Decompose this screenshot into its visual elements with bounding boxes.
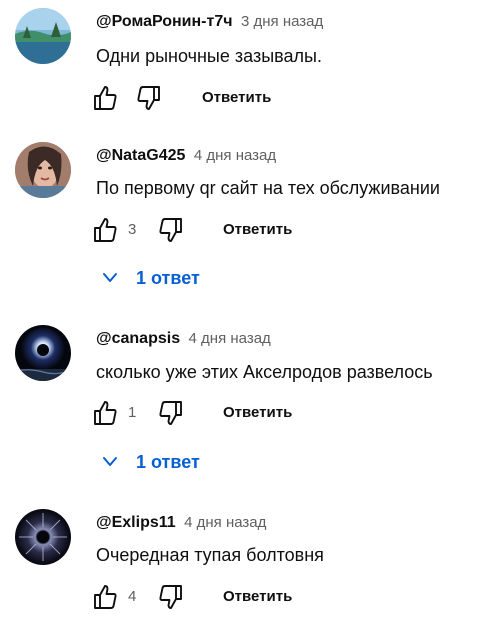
comment-header: @РомаРонин-т7ч 3 дня назад	[96, 12, 323, 32]
comment-author[interactable]: @NataG425	[96, 147, 185, 164]
thumbs-down-icon	[159, 585, 182, 609]
thumbs-down-icon	[159, 401, 182, 425]
dislike-button[interactable]	[156, 215, 186, 245]
reply-button[interactable]: Ответить	[223, 221, 292, 239]
reply-button[interactable]: Ответить	[202, 89, 271, 107]
thumbs-up-icon	[94, 86, 117, 110]
avatar[interactable]	[15, 8, 71, 64]
thumbs-down-icon	[137, 86, 160, 110]
avatar[interactable]	[15, 142, 71, 198]
avatar-landscape-icon	[15, 8, 71, 64]
replies-count: 1 ответ	[136, 452, 200, 472]
comment-text: Очередная тупая болтовня	[96, 545, 324, 565]
dislike-button[interactable]	[156, 398, 186, 428]
reply-button[interactable]: Ответить	[223, 404, 292, 422]
comment-text: сколько уже этих Акселродов развелось	[96, 362, 433, 382]
comment-author[interactable]: @canapsis	[96, 330, 180, 347]
dislike-button[interactable]	[134, 83, 164, 113]
like-button[interactable]	[90, 398, 120, 428]
thumbs-down-icon	[159, 218, 182, 242]
like-button[interactable]	[90, 83, 120, 113]
like-count: 3	[128, 221, 137, 238]
replies-count: 1 ответ	[136, 268, 200, 288]
thumbs-up-icon	[94, 218, 117, 242]
comment-timestamp[interactable]: 4 дня назад	[184, 514, 266, 531]
like-count: 1	[128, 404, 137, 421]
reply-button[interactable]: Ответить	[223, 588, 292, 606]
avatar-portrait-icon	[15, 142, 71, 198]
comment-header: @NataG425 4 дня назад	[96, 146, 276, 166]
chevron-down-icon	[103, 273, 117, 282]
avatar[interactable]	[15, 509, 71, 565]
dislike-button[interactable]	[156, 582, 186, 612]
avatar[interactable]	[15, 325, 71, 381]
comment-text: По первому qr сайт на тех обслуживании	[96, 178, 440, 198]
like-button[interactable]	[90, 582, 120, 612]
comment-text: Одни рыночные зазывалы.	[96, 46, 322, 66]
comment-author[interactable]: @РомаРонин-т7ч	[96, 13, 233, 30]
like-button[interactable]	[90, 215, 120, 245]
chevron-down-icon	[103, 457, 117, 466]
comment-author[interactable]: @Exlips11	[96, 514, 176, 531]
avatar-starburst-icon	[15, 509, 71, 565]
comment-timestamp[interactable]: 4 дня назад	[189, 330, 271, 347]
avatar-eclipse-icon	[15, 325, 71, 381]
comment-header: @Exlips11 4 дня назад	[96, 513, 266, 533]
comment-timestamp[interactable]: 4 дня назад	[194, 147, 276, 164]
comment-timestamp[interactable]: 3 дня назад	[241, 13, 323, 30]
thumbs-up-icon	[94, 585, 117, 609]
thumbs-up-icon	[94, 401, 117, 425]
like-count: 4	[128, 588, 137, 605]
comment-header: @canapsis 4 дня назад	[96, 329, 271, 349]
